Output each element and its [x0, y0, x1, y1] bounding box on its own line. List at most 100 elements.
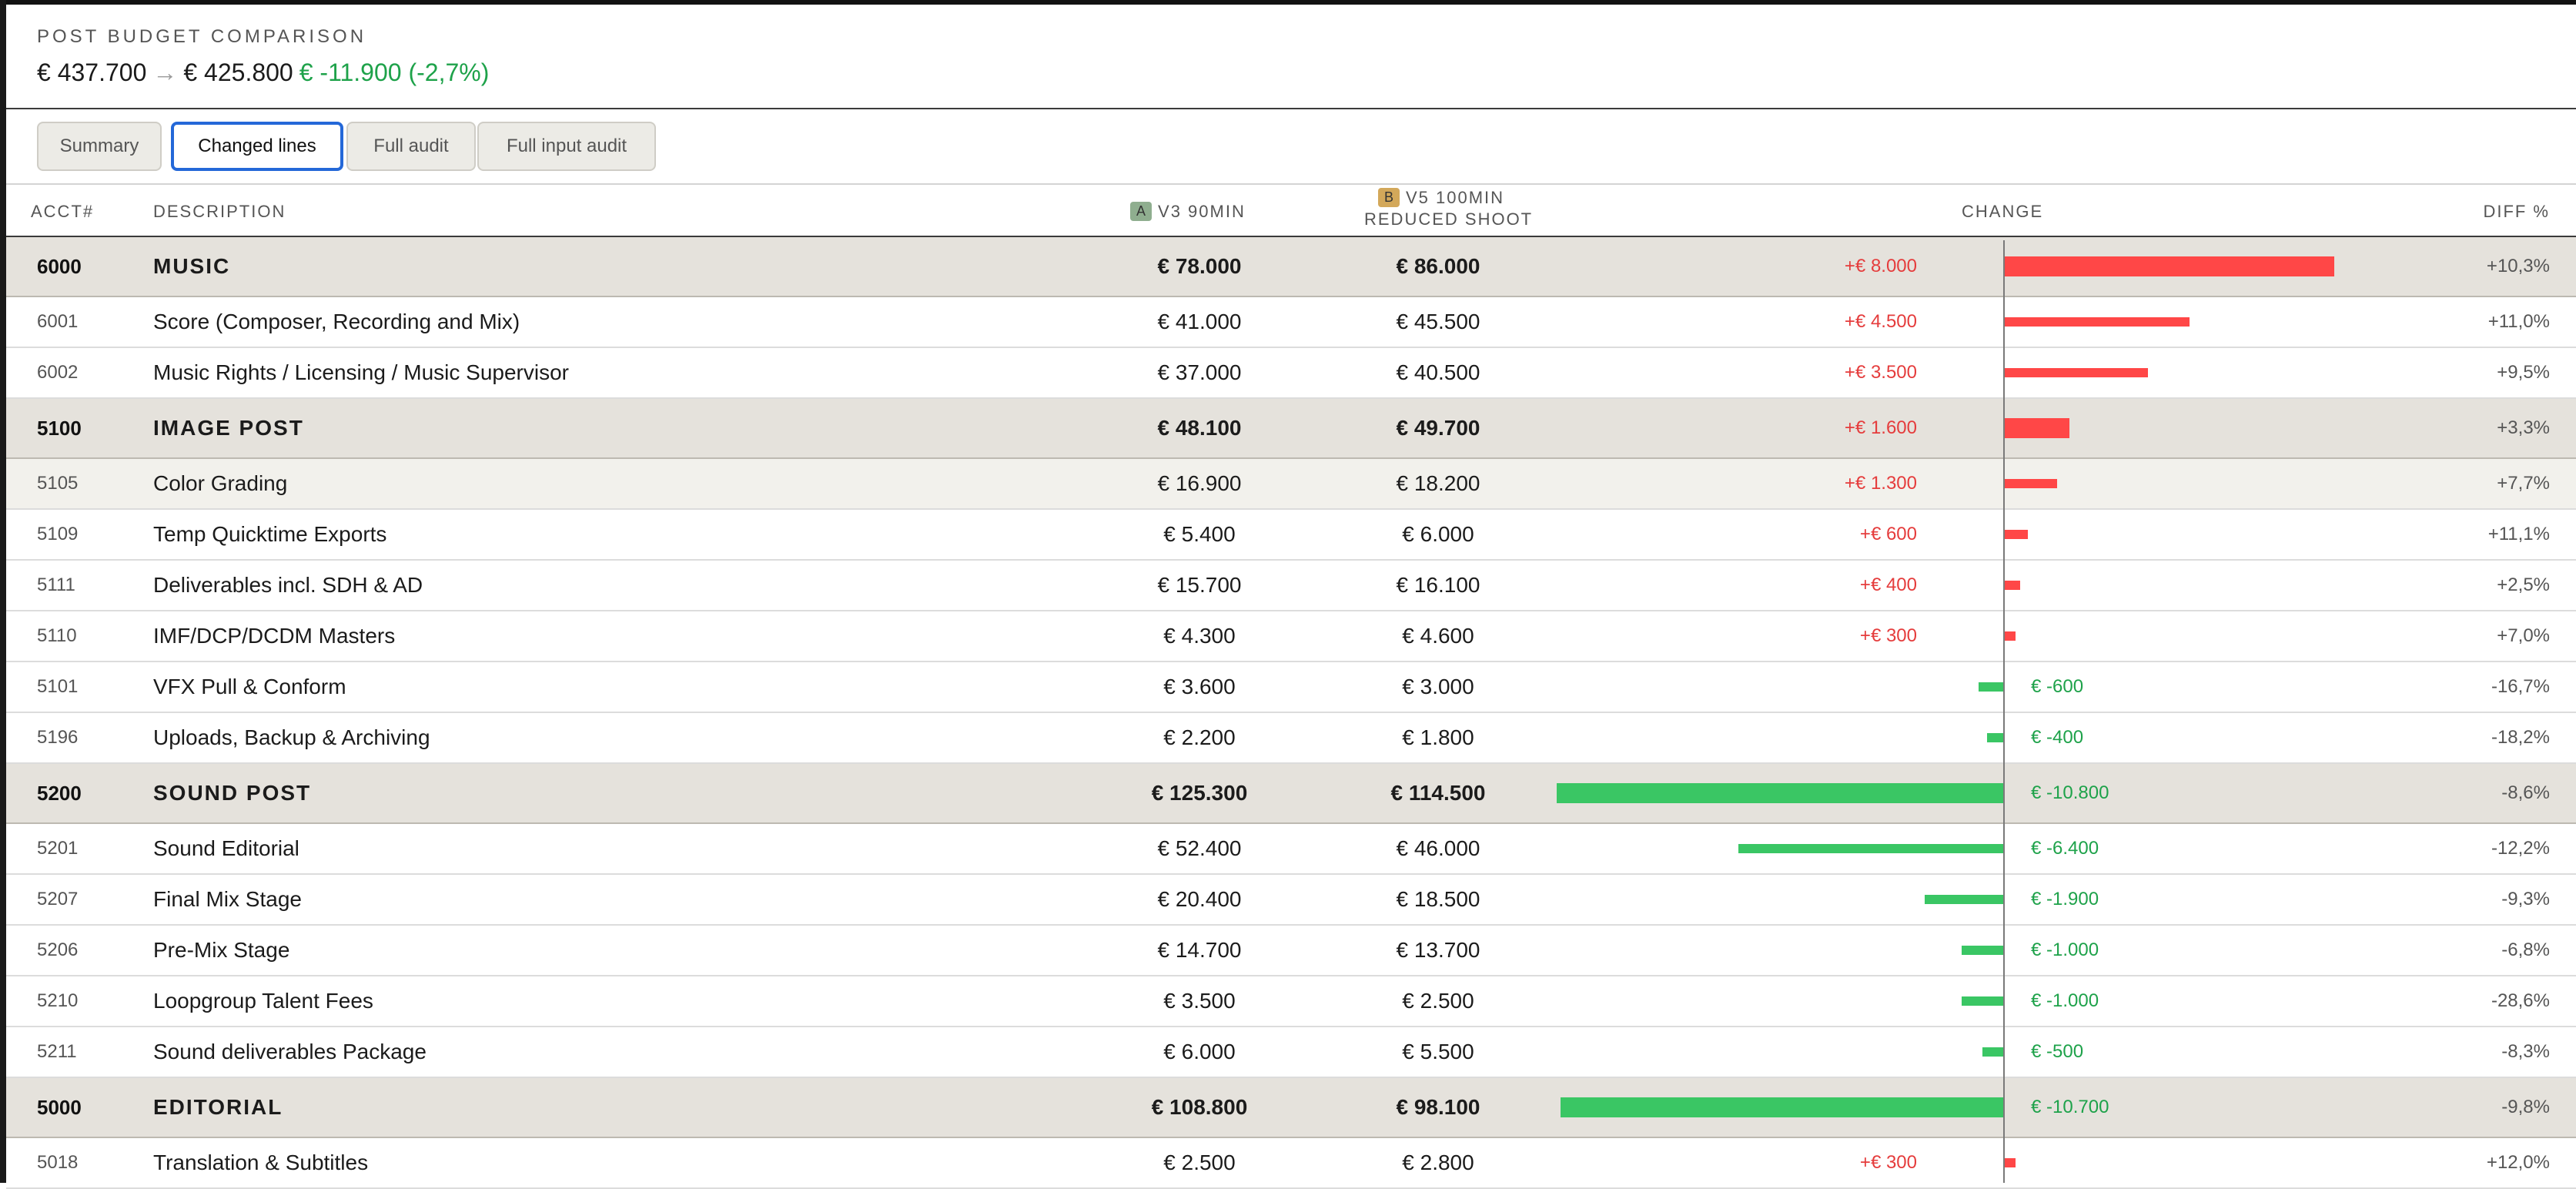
diff-percent: +11,0%: [2487, 311, 2550, 332]
value-b: € 5.500: [1402, 1040, 1474, 1063]
change-amount: € -10.800: [2031, 782, 2109, 803]
diff-percent: -28,6%: [2491, 990, 2550, 1011]
table-row[interactable]: 5207 Final Mix Stage € 20.400 € 18.500 € -1.…: [6, 875, 2576, 926]
table-row[interactable]: 5101 VFX Pull & Conform € 3.600 € 3.000 € -6…: [6, 662, 2576, 713]
line-description: Music Rights / Licensing / Music Supervi…: [153, 360, 569, 384]
value-a: € 5.400: [1163, 522, 1236, 546]
diff-percent: -6,8%: [2501, 939, 2550, 960]
version-b-sublabel: REDUCED SHOOT: [1364, 209, 1534, 229]
line-description: Translation & Subtitles: [153, 1150, 369, 1174]
table-row[interactable]: 6002 Music Rights / Licensing / Music Sup…: [6, 348, 2576, 399]
line-description: EDITORIAL: [153, 1095, 283, 1119]
version-a-badge: A: [1130, 202, 1153, 221]
value-b: € 6.000: [1402, 522, 1474, 546]
value-b: € 40.500: [1396, 360, 1480, 384]
value-a: € 20.400: [1157, 887, 1242, 911]
group-row[interactable]: 5000 EDITORIAL € 108.800 € 98.100 € -10.700 -…: [6, 1078, 2576, 1138]
change-amount: € -500: [2031, 1041, 2084, 1062]
acct-number: 5210: [37, 990, 79, 1011]
group-row[interactable]: 5100 IMAGE POST € 48.100 € 49.700 +€ 1.600 +3…: [6, 399, 2576, 459]
acct-number: 6002: [37, 362, 79, 383]
change-bar-decrease: [1982, 1047, 2003, 1057]
diff-percent: +12,0%: [2486, 1152, 2550, 1173]
group-row[interactable]: 6000 MUSIC € 78.000 € 86.000 +€ 8.000 +10,3%: [6, 237, 2576, 297]
value-b: € 45.500: [1396, 310, 1480, 333]
table-row[interactable]: 5111 Deliverables incl. SDH & AD € 15.700 €…: [6, 561, 2576, 611]
change-bar-increase: [2003, 256, 2334, 276]
table-row[interactable]: 5110 IMF/DCP/DCDM Masters € 4.300 € 4.600 +€…: [6, 611, 2576, 662]
diff-percent: +3,3%: [2497, 417, 2550, 438]
change-amount: +€ 1.600: [1844, 417, 1917, 438]
value-b: € 2.500: [1402, 989, 1474, 1013]
total-delta: € -11.900 (-2,7%): [299, 59, 490, 86]
table-row[interactable]: 5211 Sound deliverables Package € 6.000 € 5…: [6, 1027, 2576, 1078]
change-bar-increase: [2003, 631, 2016, 641]
change-amount: € -1.000: [2031, 939, 2099, 960]
line-description: Deliverables incl. SDH & AD: [153, 573, 423, 597]
value-b: € 3.000: [1402, 675, 1474, 698]
value-a: € 16.900: [1157, 471, 1242, 495]
acct-number: 5200: [37, 781, 82, 805]
value-b: € 86.000: [1396, 254, 1480, 278]
value-b: € 114.500: [1390, 781, 1486, 805]
tab-full-input-audit[interactable]: Full input audit: [477, 122, 656, 171]
acct-number: 5206: [37, 939, 79, 960]
changed-lines-table: 6000 MUSIC € 78.000 € 86.000 +€ 8.000 +10,3% 6…: [6, 237, 2576, 1189]
line-description: Score (Composer, Recording and Mix): [153, 310, 520, 333]
table-row[interactable]: 6001 Score (Composer, Recording and Mix) €…: [6, 297, 2576, 348]
line-description: SOUND POST: [153, 781, 312, 805]
line-description: Temp Quicktime Exports: [153, 522, 387, 546]
value-b: € 49.700: [1396, 416, 1480, 440]
acct-number: 5211: [37, 1041, 77, 1062]
line-description: Sound deliverables Package: [153, 1040, 427, 1063]
column-description: DESCRIPTION: [153, 202, 286, 221]
change-bar-increase: [2003, 581, 2020, 590]
line-description: Pre-Mix Stage: [153, 938, 290, 962]
change-amount: +€ 8.000: [1844, 256, 1917, 276]
table-row[interactable]: 5201 Sound Editorial € 52.400 € 46.000 € -6.…: [6, 824, 2576, 875]
group-row[interactable]: 5200 SOUND POST € 125.300 € 114.500 € -10.80…: [6, 764, 2576, 824]
change-bar-increase: [2003, 1158, 2016, 1167]
acct-number: 5109: [37, 524, 79, 544]
arrow-right-icon: →: [152, 59, 178, 86]
diff-percent: -16,7%: [2491, 676, 2550, 697]
change-bar-decrease: [1738, 844, 2003, 853]
version-b-badge: B: [1377, 188, 1400, 207]
table-row[interactable]: 5105 Color Grading € 16.900 € 18.200 +€ 1.30…: [6, 459, 2576, 510]
tab-summary[interactable]: Summary: [37, 122, 162, 171]
table-row[interactable]: 5018 Translation & Subtitles € 2.500 € 2.80…: [6, 1138, 2576, 1189]
diff-percent: -9,3%: [2501, 889, 2550, 909]
value-a: € 6.000: [1163, 1040, 1236, 1063]
value-b: € 2.800: [1402, 1150, 1474, 1174]
acct-number: 5105: [37, 473, 79, 494]
table-row[interactable]: 5206 Pre-Mix Stage € 14.700 € 13.700 € -1.00…: [6, 926, 2576, 976]
column-version-a: A V3 90MIN: [1130, 202, 1246, 222]
table-row[interactable]: 5196 Uploads, Backup & Archiving € 2.200 € …: [6, 713, 2576, 764]
acct-number: 5018: [37, 1152, 79, 1173]
change-bar-decrease: [1962, 996, 2003, 1006]
line-description: MUSIC: [153, 254, 231, 278]
value-a: € 108.800: [1151, 1095, 1248, 1119]
change-bar-increase: [2003, 368, 2149, 377]
acct-number: 5111: [37, 574, 75, 595]
value-a: € 78.000: [1157, 254, 1242, 278]
change-bar-decrease: [1560, 1097, 2003, 1117]
line-description: Loopgroup Talent Fees: [153, 989, 373, 1013]
table-row[interactable]: 5210 Loopgroup Talent Fees € 3.500 € 2.500 €…: [6, 976, 2576, 1027]
value-b: € 1.800: [1402, 725, 1474, 749]
change-amount: +€ 1.300: [1844, 473, 1917, 494]
table-row[interactable]: 5109 Temp Quicktime Exports € 5.400 € 6.000…: [6, 510, 2576, 561]
page-title: POST BUDGET COMPARISON: [37, 26, 367, 47]
value-b: € 4.600: [1402, 624, 1474, 648]
change-bar-decrease: [1962, 946, 2003, 955]
value-b: € 98.100: [1396, 1095, 1480, 1119]
acct-number: 5201: [37, 838, 79, 859]
tab-changed-lines[interactable]: Changed lines: [171, 122, 343, 171]
diff-percent: +2,5%: [2497, 574, 2550, 595]
change-amount: € -600: [2031, 676, 2084, 697]
acct-number: 5100: [37, 416, 82, 440]
column-version-b: B V5 100MIN REDUCED SHOOT: [1364, 188, 1534, 229]
value-a: € 48.100: [1157, 416, 1242, 440]
tab-full-audit[interactable]: Full audit: [346, 122, 476, 171]
total-a: € 437.700: [37, 59, 147, 86]
